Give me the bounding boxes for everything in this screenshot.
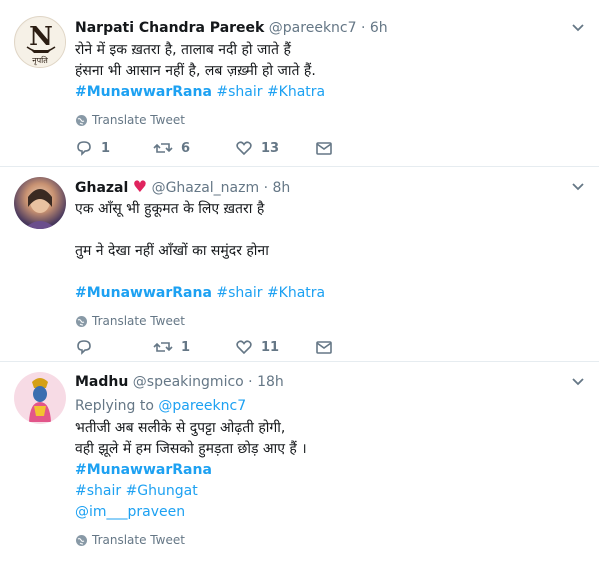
chevron-down-icon[interactable] [569, 372, 587, 390]
retweet-icon [153, 342, 173, 352]
tweet-text: रोने में इक ख़तरा है, तालाब नदी हो जाते … [75, 40, 587, 103]
tweet-feed: N नृपति Narpati Chandra Pareek @pareeknc… [0, 0, 599, 562]
like-count: 11 [261, 339, 280, 355]
avatar-caption: नृपति [32, 56, 48, 65]
translate-label: Translate Tweet [92, 113, 185, 127]
translate-label: Translate Tweet [92, 314, 185, 328]
retweet-button[interactable]: 6 [153, 139, 190, 157]
tweet-line: एक आँसू भी हुकूमत के लिए ख़तरा है [75, 201, 265, 217]
tweet-text: एक आँसू भी हुकूमत के लिए ख़तरा है तुम ने… [75, 199, 587, 304]
replying-to-label: Replying to [75, 398, 154, 414]
globe-icon [76, 315, 87, 327]
translate-tweet-button[interactable]: Translate Tweet [75, 312, 587, 330]
reply-button[interactable] [75, 338, 101, 356]
user-handle[interactable]: @pareeknc7 [269, 20, 357, 36]
avatar-portrait-icon [14, 372, 66, 424]
separator: · [263, 180, 269, 196]
like-button[interactable]: 11 [235, 338, 279, 356]
display-name[interactable]: Ghazal [75, 180, 128, 196]
hashtag-link[interactable]: #shair [216, 285, 262, 301]
avatar[interactable] [14, 177, 66, 229]
tweet-line: हंसना भी आसान नहीं है, लब ज़ख़्मी हो जात… [75, 63, 316, 79]
hashtags: #MunawwarRana #shair #Khatra [75, 283, 587, 304]
direct-message-button[interactable] [315, 139, 333, 157]
avatar[interactable] [14, 372, 66, 424]
tweet-actions: 1 6 13 [75, 138, 335, 158]
avatar[interactable]: N नृपति [14, 16, 66, 68]
hashtags: #MunawwarRana [75, 460, 587, 481]
hashtag-link[interactable]: #shair [216, 84, 262, 100]
user-handle[interactable]: @Ghazal_nazm [152, 180, 260, 196]
hashtag-link[interactable]: #MunawwarRana [75, 84, 212, 100]
tweet-header: Ghazal ♥ @Ghazal_nazm · 8h [75, 177, 587, 197]
separator: · [360, 20, 366, 36]
chevron-down-icon[interactable] [569, 18, 587, 36]
hashtag-link[interactable]: #Khatra [267, 285, 325, 301]
separator: · [248, 374, 253, 390]
chevron-down-icon[interactable] [569, 177, 587, 195]
like-button[interactable]: 13 [235, 139, 279, 157]
tweet[interactable]: N नृपति Narpati Chandra Pareek @pareeknc… [0, 0, 599, 167]
hashtag-link[interactable]: #Ghungat [126, 483, 198, 499]
tweet-line: वही झूले में हम जिसको हुमड़ता छोड़ आए है… [75, 441, 307, 457]
display-name[interactable]: Narpati Chandra Pareek [75, 20, 264, 36]
timestamp[interactable]: 8h [272, 180, 290, 196]
tweet-line: रोने में इक ख़तरा है, तालाब नदी हो जाते … [75, 42, 291, 58]
replying-to-handle[interactable]: @pareeknc7 [158, 398, 246, 414]
svg-text:N: N [29, 22, 53, 52]
reply-count: 1 [101, 140, 111, 156]
replying-to: Replying to @pareeknc7 [75, 396, 587, 416]
hashtag-link[interactable]: #Khatra [267, 84, 325, 100]
direct-message-button[interactable] [315, 338, 333, 356]
tweet[interactable]: Ghazal ♥ @Ghazal_nazm · 8h एक आँसू भी हु… [0, 167, 599, 362]
hashtag-link[interactable]: #shair [75, 483, 121, 499]
hashtags: #shair #Ghungat [75, 481, 587, 502]
hashtag-link[interactable]: #MunawwarRana [75, 285, 212, 301]
tweet[interactable]: Madhu @speakingmico · 18h Replying to @p… [0, 362, 599, 562]
retweet-icon [153, 143, 173, 153]
tweet-header: Narpati Chandra Pareek @pareeknc7 · 6h [75, 18, 587, 38]
tweet-line: भतीजी अब सलीके से दुपट्टा ओढ़ती होगी, [75, 420, 286, 436]
like-count: 13 [261, 140, 280, 156]
hashtag-link[interactable]: #MunawwarRana [75, 462, 212, 478]
envelope-icon [316, 341, 332, 354]
reply-button[interactable]: 1 [75, 139, 110, 157]
reply-icon [77, 141, 91, 156]
avatar-portrait-icon [24, 189, 56, 229]
globe-icon [76, 534, 87, 546]
retweet-count: 1 [181, 339, 191, 355]
mention-link[interactable]: @im___praveen [75, 504, 185, 520]
user-handle[interactable]: @speakingmico [133, 374, 244, 390]
tweet-header: Madhu @speakingmico · 18h [75, 372, 587, 392]
tweet-actions: 1 11 [75, 337, 335, 357]
timestamp[interactable]: 6h [370, 20, 388, 36]
heart-icon [236, 141, 252, 156]
heart-icon [236, 340, 252, 355]
reply-icon [77, 340, 91, 355]
tweet-line: तुम ने देखा नहीं आँखों का समुंदर होना [75, 243, 269, 259]
translate-label: Translate Tweet [92, 533, 185, 547]
heart-emoji-icon: ♥ [132, 177, 148, 196]
translate-tweet-button[interactable]: Translate Tweet [75, 111, 587, 129]
display-name[interactable]: Madhu [75, 374, 128, 390]
retweet-button[interactable]: 1 [153, 338, 190, 356]
globe-icon [76, 114, 87, 126]
timestamp[interactable]: 18h [257, 374, 284, 390]
tweet-text: भतीजी अब सलीके से दुपट्टा ओढ़ती होगी, वह… [75, 418, 587, 523]
envelope-icon [316, 142, 332, 155]
hashtags: #MunawwarRana #shair #Khatra [75, 82, 587, 103]
retweet-count: 6 [181, 140, 191, 156]
translate-tweet-button[interactable]: Translate Tweet [75, 531, 587, 549]
